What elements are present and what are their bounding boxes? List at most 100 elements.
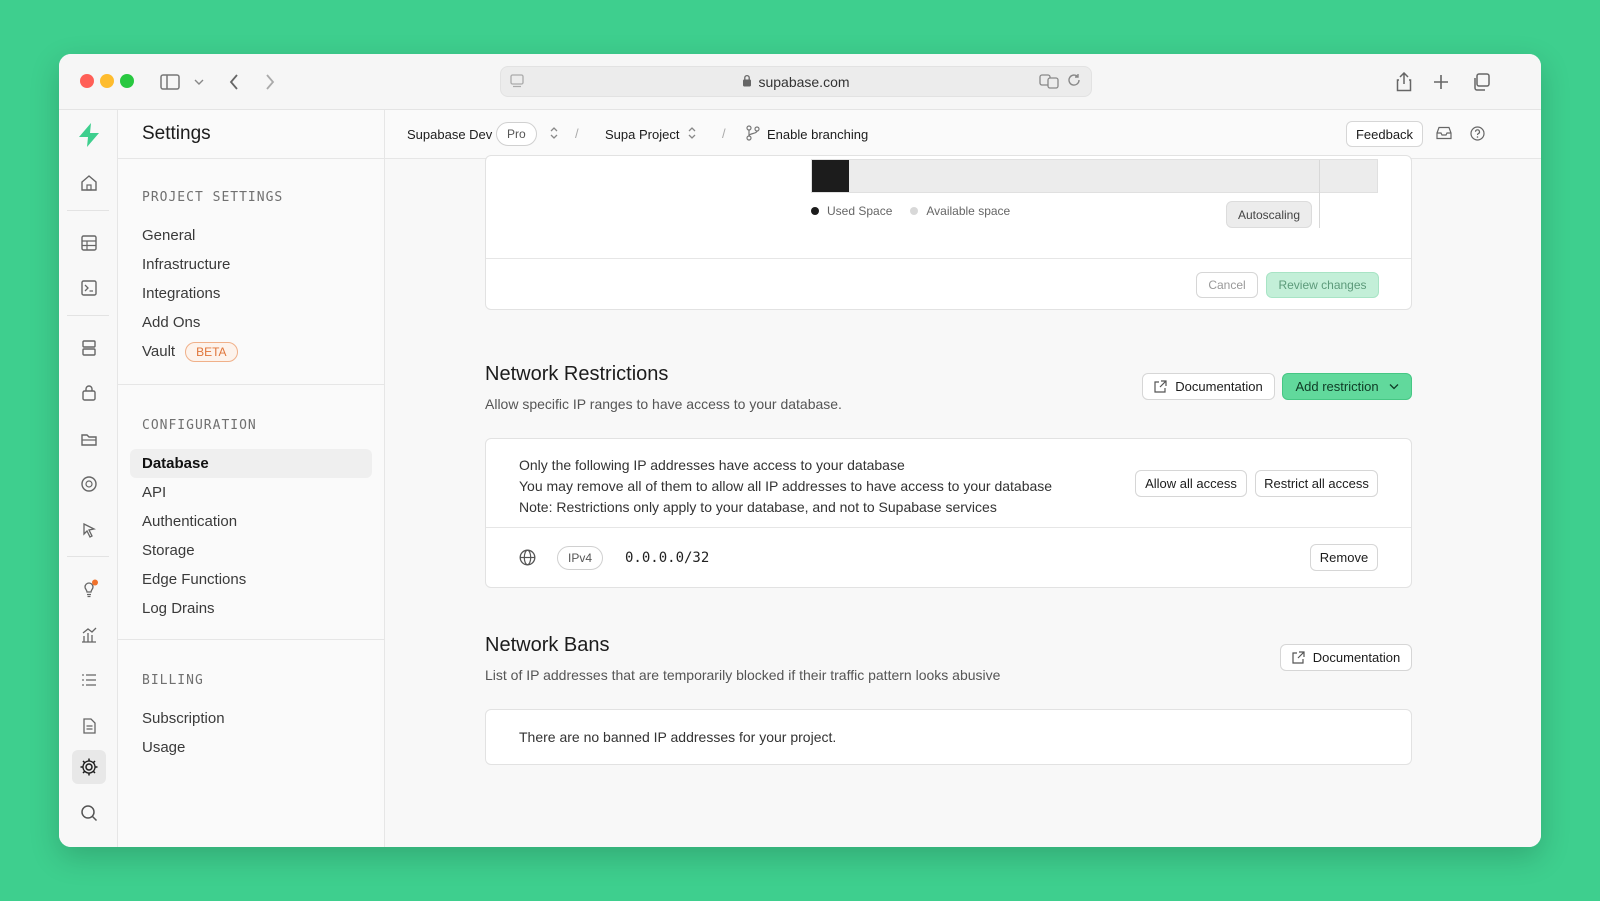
restrict-all-access-button[interactable]: Restrict all access (1255, 470, 1378, 497)
sidebar-item-general[interactable]: General (130, 221, 372, 250)
search-icon[interactable] (72, 796, 106, 830)
sidebar-item-storage[interactable]: Storage (130, 536, 372, 565)
sidebar-item-api[interactable]: API (130, 478, 372, 507)
add-restriction-button[interactable]: Add restriction (1282, 373, 1412, 400)
network-restrictions-card: Only the following IP addresses have acc… (485, 438, 1412, 588)
empty-state-text: There are no banned IP addresses for you… (519, 729, 837, 745)
section-heading: BILLING (142, 673, 204, 688)
project-name[interactable]: Supa Project (605, 127, 679, 142)
network-restrictions-title: Network Restrictions (485, 363, 669, 385)
table-editor-icon[interactable] (72, 226, 106, 260)
git-branch-icon (746, 125, 760, 144)
advisors-icon[interactable] (72, 572, 106, 606)
settings-sidebar: Settings PROJECT SETTINGS General Infras… (118, 110, 385, 847)
ip-type-badge: IPv4 (557, 546, 604, 570)
forward-icon[interactable] (258, 70, 282, 94)
project-settings-section: PROJECT SETTINGS General Infrastructure … (118, 188, 384, 366)
new-tab-icon[interactable] (1429, 70, 1453, 94)
minimize-window-button[interactable] (100, 74, 114, 88)
sidebar-item-subscription[interactable]: Subscription (130, 704, 372, 733)
realtime-icon[interactable] (72, 467, 106, 501)
section-heading: CONFIGURATION (142, 418, 257, 433)
sidebar-item-integrations[interactable]: Integrations (130, 279, 372, 308)
home-icon[interactable] (72, 166, 106, 200)
disk-legend: Used Space Available space (811, 204, 1010, 218)
close-window-button[interactable] (80, 74, 94, 88)
review-changes-button[interactable]: Review changes (1266, 272, 1379, 298)
url-text: supabase.com (758, 73, 850, 90)
legend-available: Available space (926, 204, 1011, 218)
sidebar-item-add-ons[interactable]: Add Ons (130, 308, 372, 337)
sidebar-item-vault[interactable]: Vault BETA (130, 337, 372, 366)
external-link-icon (1292, 651, 1305, 664)
configuration-section: CONFIGURATION Database API Authenticatio… (118, 416, 384, 623)
back-icon[interactable] (222, 70, 246, 94)
browser-window: supabase.com Settings PROJECT SETTINGS G… (59, 54, 1541, 847)
button-label: Documentation (1175, 379, 1263, 394)
chevron-down-icon[interactable] (187, 70, 211, 94)
network-restrictions-documentation-button[interactable]: Documentation (1142, 373, 1275, 400)
section-heading: PROJECT SETTINGS (142, 190, 284, 205)
api-docs-icon[interactable] (72, 709, 106, 743)
cancel-button[interactable]: Cancel (1196, 272, 1258, 298)
reload-icon[interactable] (1067, 73, 1081, 92)
available-space-dot (910, 207, 919, 215)
lock-icon (742, 74, 752, 90)
enable-branching-button[interactable]: Enable branching (767, 127, 868, 142)
sidebar-toggle-icon[interactable] (158, 70, 182, 94)
disk-size-card: Used Space Available space Autoscaling C… (485, 155, 1412, 310)
address-bar[interactable]: supabase.com (500, 66, 1092, 97)
storage-icon[interactable] (72, 422, 106, 456)
sidebar-title: Settings (118, 110, 384, 159)
network-bans-title: Network Bans (485, 634, 610, 656)
breadcrumb-separator: / (722, 126, 726, 141)
reports-icon[interactable] (72, 618, 106, 652)
org-name[interactable]: Supabase Dev (407, 127, 492, 142)
feedback-button[interactable]: Feedback (1346, 121, 1423, 147)
allow-all-access-button[interactable]: Allow all access (1135, 470, 1247, 497)
chevron-down-icon (1389, 383, 1399, 390)
beta-badge: BETA (185, 341, 238, 362)
ip-cidr: 0.0.0.0/32 (625, 550, 710, 566)
database-icon[interactable] (72, 331, 106, 365)
sidebar-item-database[interactable]: Database (130, 449, 372, 478)
disk-used-fill (812, 160, 849, 192)
inbox-icon[interactable] (1436, 126, 1452, 143)
app-icon-rail (59, 110, 118, 847)
browser-titlebar: supabase.com (59, 54, 1541, 110)
sidebar-item-infrastructure[interactable]: Infrastructure (130, 250, 372, 279)
page-menu-icon[interactable] (509, 73, 525, 92)
translate-icon[interactable] (1039, 73, 1059, 92)
remove-restriction-button[interactable]: Remove (1310, 544, 1378, 571)
sidebar-item-log-drains[interactable]: Log Drains (130, 594, 372, 623)
info-line: Only the following IP addresses have acc… (519, 457, 905, 473)
plan-badge: Pro (496, 122, 537, 146)
share-icon[interactable] (1392, 70, 1416, 94)
globe-icon (519, 549, 536, 571)
sql-editor-icon[interactable] (72, 271, 106, 305)
project-switcher-icon[interactable] (687, 126, 697, 143)
legend-used: Used Space (827, 204, 893, 218)
supabase-logo-icon[interactable] (72, 118, 106, 152)
autoscaling-button[interactable]: Autoscaling (1226, 201, 1312, 228)
sidebar-item-edge-functions[interactable]: Edge Functions (130, 565, 372, 594)
used-space-dot (811, 207, 819, 215)
authentication-icon[interactable] (72, 376, 106, 410)
logs-icon[interactable] (72, 663, 106, 697)
zoom-window-button[interactable] (120, 74, 134, 88)
settings-gear-icon[interactable] (72, 750, 106, 784)
sidebar-item-authentication[interactable]: Authentication (130, 507, 372, 536)
sidebar-item-label: Vault (142, 343, 176, 360)
autoscale-threshold-line (1319, 160, 1320, 228)
org-switcher-icon[interactable] (549, 126, 559, 143)
project-topbar: Supabase Dev Pro / Supa Project / Enable… (385, 110, 1541, 159)
network-bans-documentation-button[interactable]: Documentation (1280, 644, 1412, 671)
info-line: Note: Restrictions only apply to your da… (519, 499, 997, 515)
sidebar-item-usage[interactable]: Usage (130, 733, 372, 762)
external-link-icon (1154, 380, 1167, 393)
network-bans-card: There are no banned IP addresses for you… (485, 709, 1412, 765)
help-icon[interactable] (1470, 126, 1485, 144)
tab-overview-icon[interactable] (1469, 70, 1493, 94)
edge-functions-icon[interactable] (72, 513, 106, 547)
breadcrumb-separator: / (575, 126, 579, 141)
